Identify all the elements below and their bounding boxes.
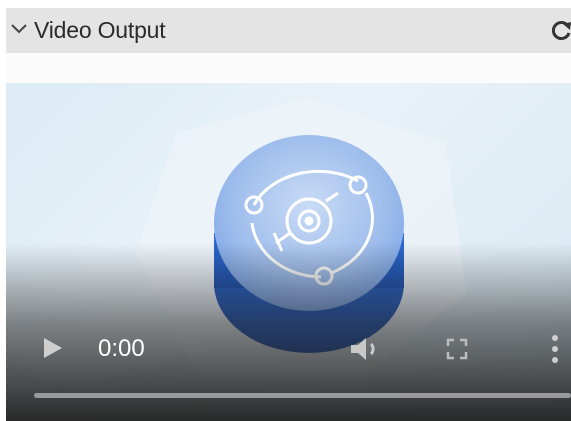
panel-header[interactable]: Video Output xyxy=(6,8,571,53)
volume-icon[interactable] xyxy=(349,336,381,362)
panel-title: Video Output xyxy=(34,17,166,43)
more-vertical-icon[interactable] xyxy=(551,334,559,364)
current-time: 0:00 xyxy=(98,335,145,362)
progress-bar[interactable] xyxy=(34,393,571,398)
refresh-icon[interactable] xyxy=(549,18,571,42)
player-controls: 0:00 xyxy=(6,313,571,421)
panel-spacer xyxy=(6,53,571,83)
fullscreen-icon[interactable] xyxy=(446,338,468,360)
play-icon[interactable] xyxy=(42,336,64,360)
video-output-panel: Video Output 0:00 xyxy=(6,8,571,421)
video-player[interactable]: 0:00 xyxy=(6,83,571,421)
chevron-down-icon[interactable] xyxy=(10,21,28,35)
